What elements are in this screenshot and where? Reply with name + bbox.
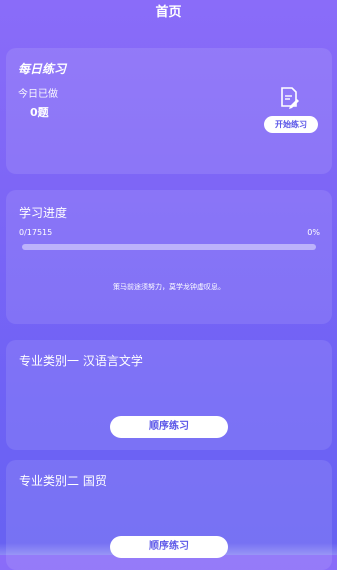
bottom-fade bbox=[0, 543, 337, 555]
done-today-label: 今日已做 bbox=[18, 89, 58, 100]
daily-title: 每日练习 bbox=[18, 62, 67, 76]
start-practice-button[interactable]: 开始练习 bbox=[264, 116, 318, 133]
daily-practice-card: 每日练习 今日已做 0题 开始练习 bbox=[6, 48, 332, 174]
header-title: 首页 bbox=[155, 5, 182, 20]
sequential-practice-button[interactable]: 顺序练习 bbox=[110, 416, 228, 438]
learning-progress-card: 学习进度 0/17515 0% 策马前途须努力，莫学龙钟虚叹息。 bbox=[6, 190, 332, 324]
done-today-count: 0题 bbox=[30, 106, 49, 119]
document-edit-icon bbox=[281, 87, 299, 109]
progress-percent: 0% bbox=[307, 228, 320, 237]
progress-bar bbox=[22, 244, 316, 250]
category-card-1: 专业类别一 汉语言文学 顺序练习 bbox=[6, 340, 332, 450]
progress-title: 学习进度 bbox=[19, 206, 68, 220]
category-title: 专业类别一 汉语言文学 bbox=[19, 354, 143, 368]
progress-count: 0/17515 bbox=[19, 228, 53, 237]
category-title: 专业类别二 国贸 bbox=[19, 474, 107, 488]
motivational-quote: 策马前途须努力，莫学龙钟虚叹息。 bbox=[113, 283, 225, 291]
